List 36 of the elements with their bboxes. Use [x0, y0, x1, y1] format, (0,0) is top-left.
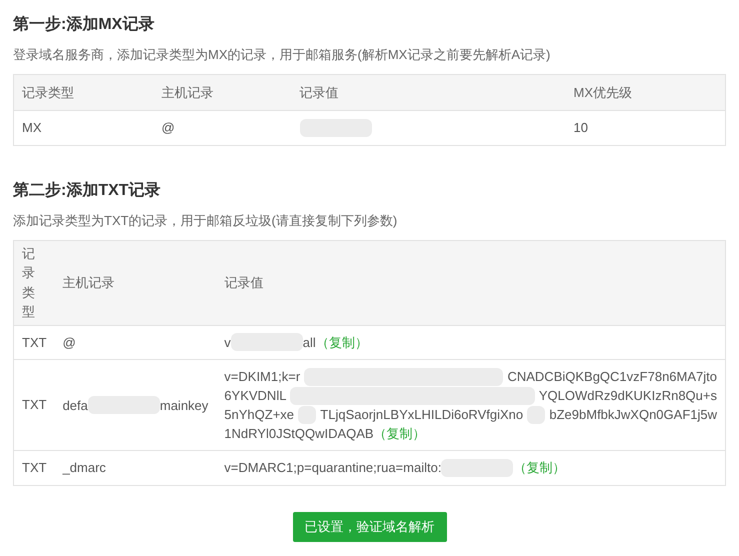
- cell-text: MX: [22, 120, 42, 135]
- cell-text: 10: [574, 120, 588, 135]
- section-title: 第一步:添加MX记录: [13, 14, 156, 35]
- cell-text: mainkey: [160, 396, 208, 414]
- copy-link[interactable]: （复制）: [374, 424, 426, 443]
- section-title: 第二步:添加TXT记录: [13, 180, 162, 200]
- section-description: 添加记录类型为TXT的记录，用于邮箱反垃圾(请直接复制下列参数): [13, 212, 398, 230]
- cell-text: 5nYhQZ+xe: [224, 406, 294, 424]
- cell-text: 6YKVDNlL: [224, 387, 286, 405]
- column-header: 记录值: [300, 84, 338, 100]
- cell-text: v=DKIM1;k=r: [224, 368, 300, 386]
- cell-text: @: [162, 119, 175, 138]
- cell-text: all: [302, 334, 316, 352]
- column-header: 记录类型: [22, 84, 74, 100]
- verify-button[interactable]: 已设置，验证域名解析: [292, 512, 446, 542]
- column-header: 记录类型: [22, 244, 35, 321]
- cell-text: defa: [62, 396, 88, 414]
- cell-text: 1NdRYl0JStQQwIDAQAB: [224, 425, 374, 443]
- cell-text: TXT: [22, 397, 47, 412]
- column-header: 记录值: [224, 274, 264, 290]
- cell-text: bZe9bMfbkJwXQn0GAF1j5w: [549, 406, 717, 424]
- cell-text: v=DMARC1;p=quarantine;rua=mailto:: [224, 459, 442, 478]
- copy-link[interactable]: （复制）: [513, 458, 566, 478]
- cell-text: YQLOWdRz9dKUKIzRn8Qu+s: [538, 387, 717, 405]
- column-header: 主机记录: [162, 84, 214, 100]
- cell-text: _dmarc: [62, 459, 106, 478]
- column-header: MX优先级: [574, 84, 632, 100]
- cell-text: TXT: [22, 460, 47, 475]
- cell-text: v: [224, 334, 231, 352]
- cell-text: TXT: [22, 334, 47, 350]
- cell-text: TLjqSaorjnLBYxLHILDi6oRVfgiXno: [320, 406, 524, 424]
- cell-text: @: [62, 334, 76, 352]
- cell-text: CNADCBiQKBgQC1vzF78n6MA7jto: [507, 368, 717, 386]
- column-header: 主机记录: [62, 274, 115, 290]
- section-description: 登录域名服务商，添加记录类型为MX的记录，用于邮箱服务(解析MX记录之前要先解析A记录): [13, 46, 552, 64]
- copy-link[interactable]: （复制）: [316, 332, 368, 352]
